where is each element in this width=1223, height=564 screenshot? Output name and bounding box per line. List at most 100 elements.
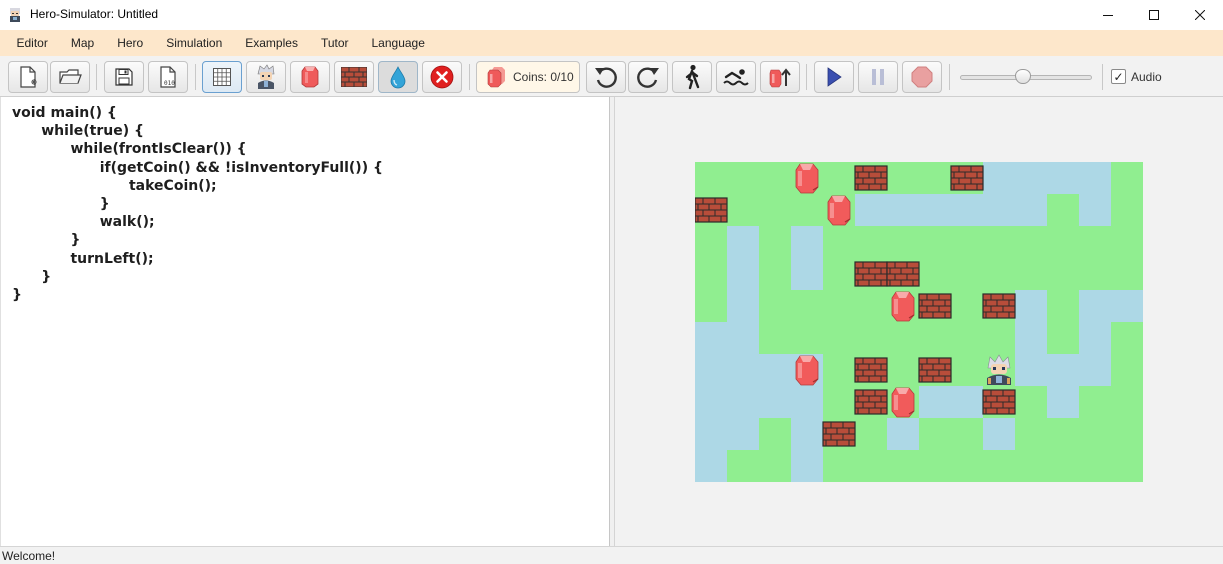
water-tile[interactable] bbox=[727, 354, 759, 386]
grass-tile[interactable] bbox=[759, 450, 791, 482]
grass-tile[interactable] bbox=[919, 450, 951, 482]
audio-checkbox[interactable]: ✓ bbox=[1111, 69, 1126, 84]
water-tile[interactable] bbox=[695, 418, 727, 450]
grass-tile[interactable] bbox=[823, 258, 855, 290]
water-tile[interactable] bbox=[855, 194, 887, 226]
wall-tile[interactable] bbox=[695, 197, 728, 223]
grass-tile[interactable] bbox=[759, 194, 791, 226]
grass-tile[interactable] bbox=[759, 418, 791, 450]
water-tile[interactable] bbox=[983, 162, 1015, 194]
world-map[interactable] bbox=[695, 162, 1143, 482]
menu-simulation[interactable]: Simulation bbox=[155, 30, 234, 56]
grass-tile[interactable] bbox=[1047, 290, 1079, 322]
grass-tile[interactable] bbox=[983, 226, 1015, 258]
grass-tile[interactable] bbox=[1079, 418, 1111, 450]
grass-tile[interactable] bbox=[791, 290, 823, 322]
water-tile[interactable] bbox=[791, 386, 823, 418]
coin-object[interactable] bbox=[795, 355, 819, 386]
grass-tile[interactable] bbox=[1047, 322, 1079, 354]
grid-toggle-button[interactable] bbox=[202, 61, 242, 93]
grass-tile[interactable] bbox=[759, 258, 791, 290]
menu-language[interactable]: Language bbox=[360, 30, 436, 56]
menu-hero[interactable]: Hero bbox=[106, 30, 155, 56]
grass-tile[interactable] bbox=[951, 226, 983, 258]
grass-tile[interactable] bbox=[919, 322, 951, 354]
grass-tile[interactable] bbox=[951, 354, 983, 386]
water-tile[interactable] bbox=[727, 258, 759, 290]
grass-tile[interactable] bbox=[919, 418, 951, 450]
coin-object[interactable] bbox=[891, 387, 915, 418]
grass-tile[interactable] bbox=[983, 322, 1015, 354]
water-tile[interactable] bbox=[887, 194, 919, 226]
place-water-button[interactable] bbox=[378, 61, 418, 93]
speed-slider-thumb[interactable] bbox=[1015, 69, 1032, 84]
water-tile[interactable] bbox=[1079, 322, 1111, 354]
grass-tile[interactable] bbox=[887, 450, 919, 482]
minimize-button[interactable] bbox=[1085, 0, 1131, 30]
take-coin-button[interactable] bbox=[760, 61, 800, 93]
code-editor[interactable]: void main() { while(true) { while(frontI… bbox=[0, 97, 610, 546]
grass-tile[interactable] bbox=[759, 226, 791, 258]
stop-button[interactable] bbox=[902, 61, 942, 93]
grass-tile[interactable] bbox=[983, 450, 1015, 482]
grass-tile[interactable] bbox=[823, 290, 855, 322]
water-tile[interactable] bbox=[727, 290, 759, 322]
grass-tile[interactable] bbox=[823, 450, 855, 482]
grass-tile[interactable] bbox=[855, 418, 887, 450]
grass-tile[interactable] bbox=[1015, 386, 1047, 418]
grass-tile[interactable] bbox=[1111, 162, 1143, 194]
water-tile[interactable] bbox=[695, 450, 727, 482]
water-tile[interactable] bbox=[759, 386, 791, 418]
grass-tile[interactable] bbox=[759, 322, 791, 354]
grass-tile[interactable] bbox=[919, 258, 951, 290]
water-tile[interactable] bbox=[1079, 162, 1111, 194]
water-tile[interactable] bbox=[695, 322, 727, 354]
menu-tutor[interactable]: Tutor bbox=[309, 30, 360, 56]
coin-object[interactable] bbox=[827, 195, 851, 226]
maximize-button[interactable] bbox=[1131, 0, 1177, 30]
delete-object-button[interactable] bbox=[422, 61, 462, 93]
grass-tile[interactable] bbox=[1111, 450, 1143, 482]
turn-right-button[interactable] bbox=[628, 61, 668, 93]
wall-tile[interactable] bbox=[854, 165, 888, 191]
grass-tile[interactable] bbox=[1079, 386, 1111, 418]
grass-tile[interactable] bbox=[1111, 354, 1143, 386]
water-tile[interactable] bbox=[791, 226, 823, 258]
water-tile[interactable] bbox=[1015, 290, 1047, 322]
grass-tile[interactable] bbox=[1079, 450, 1111, 482]
water-tile[interactable] bbox=[1079, 194, 1111, 226]
grass-tile[interactable] bbox=[727, 162, 759, 194]
wall-tile[interactable] bbox=[918, 357, 952, 383]
new-file-button[interactable] bbox=[8, 61, 48, 93]
grass-tile[interactable] bbox=[951, 290, 983, 322]
grass-tile[interactable] bbox=[855, 290, 887, 322]
menu-map[interactable]: Map bbox=[59, 30, 105, 56]
grass-tile[interactable] bbox=[1047, 450, 1079, 482]
grass-tile[interactable] bbox=[1015, 226, 1047, 258]
place-hero-button[interactable] bbox=[246, 61, 286, 93]
wall-tile[interactable] bbox=[854, 357, 888, 383]
grass-tile[interactable] bbox=[695, 162, 727, 194]
wall-tile[interactable] bbox=[982, 389, 1016, 415]
water-tile[interactable] bbox=[983, 194, 1015, 226]
coin-object[interactable] bbox=[891, 291, 915, 322]
grass-tile[interactable] bbox=[887, 226, 919, 258]
pause-button[interactable] bbox=[858, 61, 898, 93]
grass-tile[interactable] bbox=[1047, 194, 1079, 226]
water-tile[interactable] bbox=[1079, 354, 1111, 386]
water-tile[interactable] bbox=[1015, 162, 1047, 194]
water-tile[interactable] bbox=[791, 258, 823, 290]
water-tile[interactable] bbox=[791, 418, 823, 450]
grass-tile[interactable] bbox=[727, 194, 759, 226]
grass-tile[interactable] bbox=[887, 162, 919, 194]
swim-button[interactable] bbox=[716, 61, 756, 93]
grass-tile[interactable] bbox=[1111, 322, 1143, 354]
water-tile[interactable] bbox=[887, 418, 919, 450]
water-tile[interactable] bbox=[951, 386, 983, 418]
grass-tile[interactable] bbox=[1111, 226, 1143, 258]
grass-tile[interactable] bbox=[951, 418, 983, 450]
water-tile[interactable] bbox=[695, 386, 727, 418]
turn-left-button[interactable] bbox=[586, 61, 626, 93]
grass-tile[interactable] bbox=[1111, 386, 1143, 418]
water-tile[interactable] bbox=[1047, 386, 1079, 418]
